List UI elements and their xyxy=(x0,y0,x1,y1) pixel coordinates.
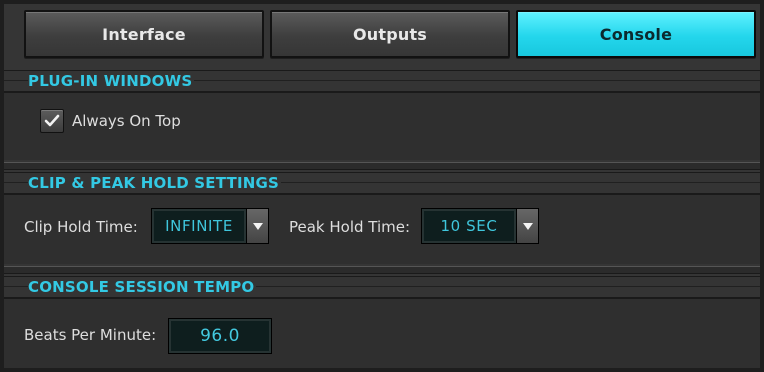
tempo-section: CONSOLE SESSION TEMPO xyxy=(4,276,760,368)
tempo-header: CONSOLE SESSION TEMPO xyxy=(4,276,760,299)
plugin-windows-title: PLUG-IN WINDOWS xyxy=(28,71,195,91)
checkmark-icon xyxy=(44,114,60,127)
tempo-title: CONSOLE SESSION TEMPO xyxy=(28,277,257,297)
always-on-top-checkbox[interactable] xyxy=(40,109,64,133)
clip-hold-arrow[interactable] xyxy=(247,208,269,244)
bpm-label: Beats Per Minute: xyxy=(24,326,157,344)
tab-console[interactable]: Console xyxy=(516,10,756,58)
bpm-input[interactable]: 96.0 xyxy=(168,318,272,354)
tab-interface[interactable]: Interface xyxy=(24,10,264,58)
clip-peak-header: CLIP & PEAK HOLD SETTINGS xyxy=(4,172,760,195)
clip-hold-value[interactable]: INFINITE xyxy=(151,208,247,244)
peak-hold-dropdown[interactable]: 10 SEC xyxy=(421,208,539,244)
clip-hold-dropdown[interactable]: INFINITE xyxy=(151,208,269,244)
tab-bar: Interface Outputs Console xyxy=(24,10,756,58)
tab-outputs[interactable]: Outputs xyxy=(270,10,510,58)
peak-hold-label: Peak Hold Time: xyxy=(289,218,411,236)
triangle-down-icon xyxy=(522,223,533,230)
peak-hold-arrow[interactable] xyxy=(517,208,539,244)
plugin-windows-header: PLUG-IN WINDOWS xyxy=(4,70,760,93)
section-divider xyxy=(4,266,760,274)
clip-hold-label: Clip Hold Time: xyxy=(24,218,138,236)
always-on-top-label: Always On Top xyxy=(72,112,181,130)
peak-hold-value[interactable]: 10 SEC xyxy=(421,208,517,244)
triangle-down-icon xyxy=(252,223,263,230)
clip-peak-title: CLIP & PEAK HOLD SETTINGS xyxy=(28,173,282,193)
section-divider xyxy=(4,162,760,170)
